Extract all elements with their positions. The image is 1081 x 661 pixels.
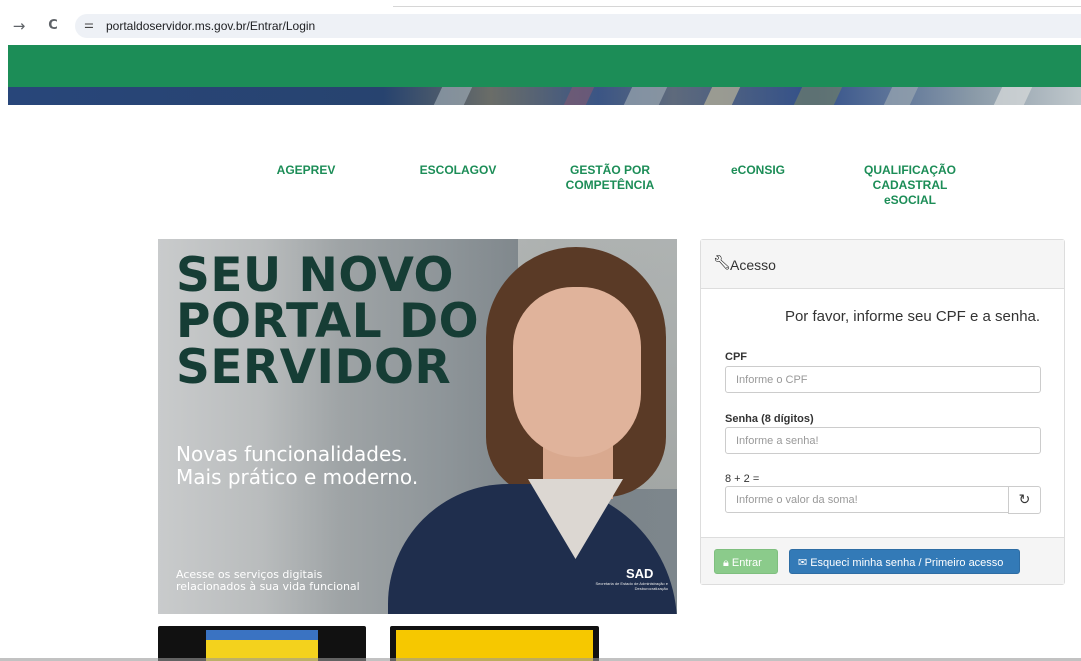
hero-sub-1: Novas funcionalidades. — [176, 442, 409, 466]
tab-strip — [0, 0, 1081, 8]
reload-icon[interactable]: C — [43, 16, 63, 36]
refresh-captcha-icon[interactable]: ↻ — [1008, 486, 1041, 514]
panel-title: Acesso — [730, 257, 776, 273]
menu-qualif-line3: eSOCIAL — [883, 193, 936, 207]
news-card-2[interactable] — [390, 626, 599, 661]
cpf-label: CPF — [725, 351, 747, 363]
hero-footnote: Acesse os serviços digitais relacionados… — [176, 569, 360, 593]
senha-input[interactable]: Informe a senha! — [725, 427, 1041, 454]
forgot-password-button[interactable]: ✉ Esqueci minha senha / Primeiro acesso — [789, 549, 1020, 574]
captcha-group: Informe o valor da soma! ↻ — [725, 486, 1041, 514]
envelope-icon: ✉ — [798, 556, 808, 569]
hero-headline-1: SEU NOVO — [176, 248, 455, 303]
enter-button[interactable]: 🔒︎ Entrar — [714, 549, 778, 574]
captcha-label: 8 + 2 = — [725, 473, 760, 485]
sad-logo-subtitle: Secretaria de Estado de Administração e … — [595, 581, 669, 591]
panel-heading: 🔧︎ Acesso — [701, 240, 1064, 289]
wrench-icon: 🔧︎ — [713, 255, 731, 271]
news-card-1[interactable] — [158, 626, 366, 661]
card-1-image — [206, 630, 318, 661]
menu-gestao-line1: GESTÃO POR — [569, 163, 650, 177]
menu-econsig[interactable]: eCONSIG — [718, 163, 798, 178]
cpf-input[interactable]: Informe o CPF — [725, 366, 1041, 393]
menu-gestao-line2: COMPETÊNCIA — [565, 178, 655, 192]
forgot-label: Esqueci minha senha / Primeiro acesso — [810, 557, 1004, 569]
menu-escolagov[interactable]: ESCOLAGOV — [408, 163, 508, 178]
banner-photo — [8, 87, 1081, 105]
hero-headline: SEU NOVO PORTAL DO SERVIDOR — [176, 248, 480, 395]
woman-jacket — [388, 484, 677, 614]
login-prompt: Por favor, informe seu CPF e a senha. — [784, 308, 1041, 325]
menu-ageprev[interactable]: AGEPREV — [256, 163, 356, 178]
senha-label: Senha (8 dígitos) — [725, 413, 814, 425]
address-bar[interactable]: ⚌ portaldoservidor.ms.gov.br/Entrar/Logi… — [75, 14, 1081, 38]
site-info-icon[interactable]: ⚌ — [84, 18, 98, 32]
lock-icon: 🔒︎ — [723, 556, 729, 569]
browser-toolbar: → C ⚌ portaldoservidor.ms.gov.br/Entrar/… — [0, 8, 1081, 42]
menu-qualif-line1: QUALIFICAÇÃO — [864, 163, 956, 177]
header-banner — [8, 45, 1081, 87]
menu-qualif-line2: CADASTRAL — [872, 178, 948, 192]
sad-logo: SAD — [626, 566, 654, 581]
panel-footer: 🔒︎ Entrar ✉ Esqueci minha senha / Primeiro… — [701, 537, 1064, 584]
back-arrow-icon[interactable]: → — [9, 16, 29, 36]
hero-banner-image: SEU NOVO PORTAL DO SERVIDOR Novas funcio… — [158, 239, 677, 614]
hero-sub-2: Mais prático e moderno. — [176, 465, 419, 489]
menu-gestao-por-competencia[interactable]: GESTÃO POR COMPETÊNCIA — [548, 163, 672, 193]
tab-edge — [393, 6, 1081, 7]
hero-foot-2: relacionados à sua vida funcional — [176, 580, 360, 593]
woman-face — [513, 287, 641, 457]
hero-subtitle: Novas funcionalidades. Mais prático e mo… — [176, 443, 418, 489]
card-2-image — [396, 630, 593, 661]
enter-label: Entrar — [731, 557, 762, 569]
menu-qualificacao-cadastral-esocial[interactable]: QUALIFICAÇÃO CADASTRAL eSOCIAL — [848, 163, 972, 208]
captcha-input[interactable]: Informe o valor da soma! — [725, 486, 1009, 513]
url-text: portaldoservidor.ms.gov.br/Entrar/Login — [106, 19, 316, 33]
hero-headline-2: PORTAL DO — [176, 294, 480, 349]
hero-headline-3: SERVIDOR — [176, 340, 452, 395]
login-panel: 🔧︎ Acesso Por favor, informe seu CPF e a… — [700, 239, 1065, 585]
